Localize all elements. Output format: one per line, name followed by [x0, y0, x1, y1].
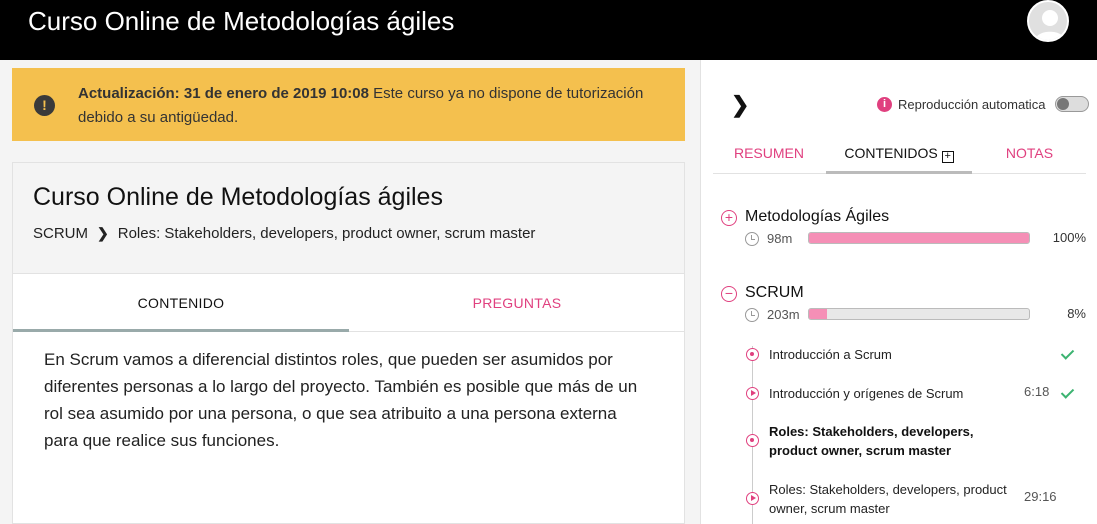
- main-panel: ! Actualización: 31 de enero de 2019 10:…: [0, 60, 700, 524]
- tab-resumen[interactable]: RESUMEN: [713, 134, 825, 174]
- chevron-right-icon: ❯: [97, 225, 109, 241]
- text-lesson-icon: [746, 434, 759, 447]
- play-icon: [746, 387, 759, 400]
- lesson-title: Roles: Stakeholders, developers, product…: [769, 482, 1007, 516]
- user-icon: [1035, 10, 1065, 40]
- lesson-duration: 29:16: [1024, 489, 1057, 504]
- content-tabs: CONTENIDO PREGUNTAS: [13, 274, 684, 332]
- course-title: Curso Online de Metodologías ágiles: [33, 183, 443, 211]
- toggle-knob: [1057, 98, 1070, 110]
- clock-icon: [745, 232, 759, 246]
- update-alert: ! Actualización: 31 de enero de 2019 10:…: [12, 68, 685, 141]
- autoplay-label: Reproducción automatica: [898, 96, 1046, 112]
- breadcrumb-section[interactable]: SCRUM: [33, 225, 88, 242]
- info-icon[interactable]: i: [877, 96, 892, 112]
- progress-percent: 100%: [1052, 230, 1086, 245]
- tab-contenidos[interactable]: CONTENIDOS +: [826, 134, 972, 174]
- progress-bar: [808, 232, 1030, 244]
- app-title: Curso Online de Metodologías ágiles: [28, 6, 455, 36]
- progress-fill: [809, 309, 827, 319]
- top-bar: Curso Online de Metodologías ágiles: [0, 0, 1097, 60]
- section-duration: 203m: [767, 307, 800, 322]
- chevron-right-icon[interactable]: ❯: [731, 92, 749, 118]
- section-duration: 98m: [767, 231, 793, 246]
- course-header: Curso Online de Metodologías ágiles SCRU…: [12, 162, 685, 274]
- clock-icon: [745, 308, 759, 322]
- collapse-minus-icon[interactable]: −: [721, 286, 737, 302]
- plus-square-icon[interactable]: +: [941, 151, 954, 163]
- check-icon: [1060, 346, 1075, 360]
- tab-preguntas[interactable]: PREGUNTAS: [349, 274, 685, 332]
- autoplay-control: i Reproducción automatica: [877, 96, 1090, 112]
- lesson-title: Introducción y orígenes de Scrum: [769, 386, 964, 401]
- sidebar: ❯ i Reproducción automatica RESUMEN CONT…: [700, 60, 1097, 524]
- play-icon: [746, 492, 759, 505]
- alert-message: Actualización: 31 de enero de 2019 10:08…: [78, 82, 678, 130]
- lesson-title: Introducción a Scrum: [769, 347, 892, 362]
- alert-date: Actualización: 31 de enero de 2019 10:08: [78, 85, 369, 102]
- section-title[interactable]: SCRUM: [745, 284, 804, 302]
- breadcrumb: SCRUM ❯ Roles: Stakeholders, developers,…: [33, 225, 535, 242]
- tab-notas[interactable]: NOTAS: [973, 134, 1086, 174]
- text-lesson-icon: [746, 348, 759, 361]
- progress-bar: [808, 308, 1030, 320]
- lesson-title: Roles: Stakeholders, developers, product…: [769, 424, 974, 458]
- progress-percent: 8%: [1067, 306, 1086, 321]
- tab-contenidos-label: CONTENIDOS: [844, 145, 938, 161]
- sidebar-tabs: RESUMEN CONTENIDOS + NOTAS: [713, 134, 1086, 174]
- section-title[interactable]: Metodologías Ágiles: [745, 208, 889, 226]
- breadcrumb-lesson: Roles: Stakeholders, developers, product…: [117, 225, 536, 242]
- user-avatar[interactable]: [1027, 0, 1069, 42]
- check-icon: [1060, 385, 1075, 399]
- exclamation-icon: !: [34, 95, 55, 116]
- expand-plus-icon[interactable]: +: [721, 210, 737, 226]
- tab-contenido[interactable]: CONTENIDO: [13, 274, 349, 332]
- lesson-card: CONTENIDO PREGUNTAS En Scrum vamos a dif…: [12, 273, 685, 524]
- lesson-text: En Scrum vamos a diferencial distintos r…: [44, 350, 638, 450]
- lesson-duration: 6:18: [1024, 384, 1050, 399]
- autoplay-toggle[interactable]: [1055, 96, 1090, 112]
- progress-fill: [809, 233, 1029, 243]
